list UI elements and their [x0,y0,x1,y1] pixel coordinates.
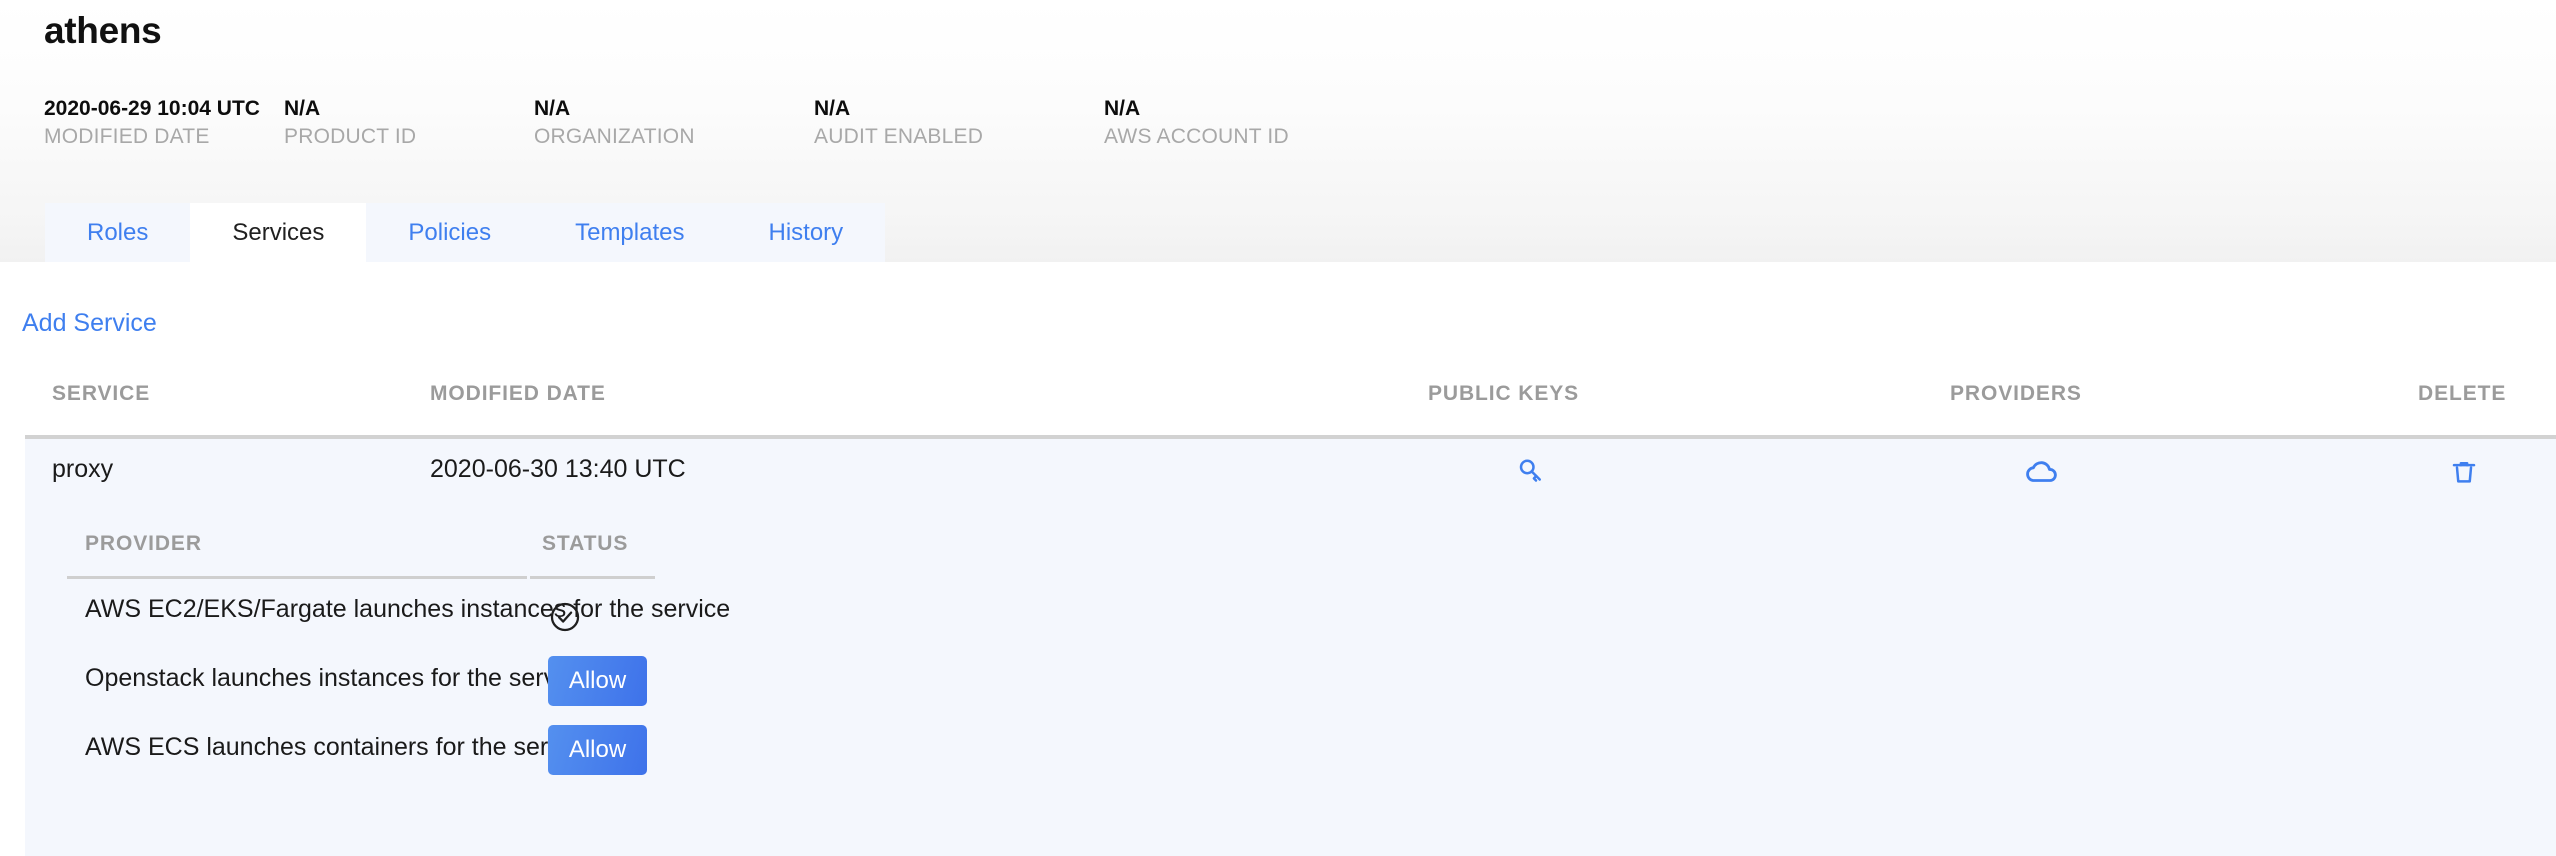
meta-organization-value: N/A [534,97,571,120]
meta-modified-date-value: 2020-06-29 10:04 UTC [44,97,260,120]
meta-modified-date: 2020-06-29 10:04 UTC MODIFIED DATE [44,95,284,151]
service-name: proxy [52,455,114,483]
column-header-modified-date: MODIFIED DATE [430,382,606,405]
provider-status [548,587,582,637]
provider-name: Openstack launches instances for the ser… [85,664,589,692]
meta-product-id-label: PRODUCT ID [284,125,417,148]
meta-organization: N/A ORGANIZATION [534,95,814,151]
provider-name: AWS EC2/EKS/Fargate launches instances f… [85,595,731,623]
meta-product-id: N/A PRODUCT ID [284,95,534,151]
allow-button[interactable]: Allow [548,656,647,706]
meta-audit-enabled-label: AUDIT ENABLED [814,125,984,148]
tab-policies-label: Policies [408,218,492,246]
table-row[interactable]: proxy 2020-06-30 13:40 UTC [25,439,2556,506]
provider-name: AWS ECS launches containers for the serv… [85,733,593,761]
meta-aws-account-id-value: N/A [1104,97,1141,120]
tab-history-label: History [768,218,844,246]
providers-table-header: PROVIDER STATUS [67,532,655,579]
table-row: AWS EC2/EKS/Fargate launches instances f… [67,579,730,648]
check-circle-icon [550,602,580,632]
tab-services[interactable]: Services [190,203,367,262]
meta-aws-account-id: N/A AWS ACCOUNT ID [1104,95,1289,151]
provider-status: Allow [548,656,647,706]
add-service-button[interactable]: Add Service [22,309,157,338]
key-icon[interactable] [1503,448,1559,496]
table-row: Openstack launches instances for the ser… [67,648,655,717]
tab-bar-leading-gap [0,203,45,262]
services-table-header: SERVICE MODIFIED DATE PUBLIC KEYS PROVID… [0,382,2556,425]
tab-policies[interactable]: Policies [366,203,534,262]
meta-audit-enabled-value: N/A [814,97,851,120]
provider-status: Allow [548,725,647,775]
column-header-providers: PROVIDERS [1950,382,2082,405]
page-header: athens 2020-06-29 10:04 UTC MODIFIED DAT… [0,0,2556,262]
allow-button[interactable]: Allow [548,725,647,775]
column-header-provider: PROVIDER [85,532,202,555]
tab-bar: Roles Services Policies Templates Histor… [0,203,2556,262]
providers-table: PROVIDER STATUS AWS EC2/EKS/Fargate laun… [67,532,730,786]
column-header-status: STATUS [542,532,629,555]
column-header-delete: DELETE [2418,382,2507,405]
services-table-body: proxy 2020-06-30 13:40 UTC PROVIDER STAT… [25,439,2556,856]
tab-bar-inner: Roles Services Policies Templates Histor… [45,203,886,262]
tab-roles-label: Roles [87,218,149,246]
meta-product-id-value: N/A [284,97,321,120]
metadata-row: 2020-06-29 10:04 UTC MODIFIED DATE N/A P… [44,95,1289,151]
tab-templates[interactable]: Templates [533,203,727,262]
service-modified-date: 2020-06-30 13:40 UTC [430,455,686,483]
tab-history[interactable]: History [726,203,886,262]
content-area: Add Service SERVICE MODIFIED DATE PUBLIC… [0,262,2556,856]
meta-modified-date-label: MODIFIED DATE [44,125,210,148]
table-row: AWS ECS launches containers for the serv… [67,717,655,786]
column-header-service: SERVICE [52,382,151,405]
tab-services-label: Services [232,218,325,246]
column-header-public-keys: PUBLIC KEYS [1428,382,1580,405]
page-title: athens [44,10,162,51]
meta-organization-label: ORGANIZATION [534,125,695,148]
tab-roles[interactable]: Roles [45,203,191,262]
meta-aws-account-id-label: AWS ACCOUNT ID [1104,125,1289,148]
trash-icon[interactable] [2436,448,2492,496]
tab-templates-label: Templates [575,218,685,246]
meta-audit-enabled: N/A AUDIT ENABLED [814,95,1104,151]
cloud-icon[interactable] [2013,448,2069,496]
